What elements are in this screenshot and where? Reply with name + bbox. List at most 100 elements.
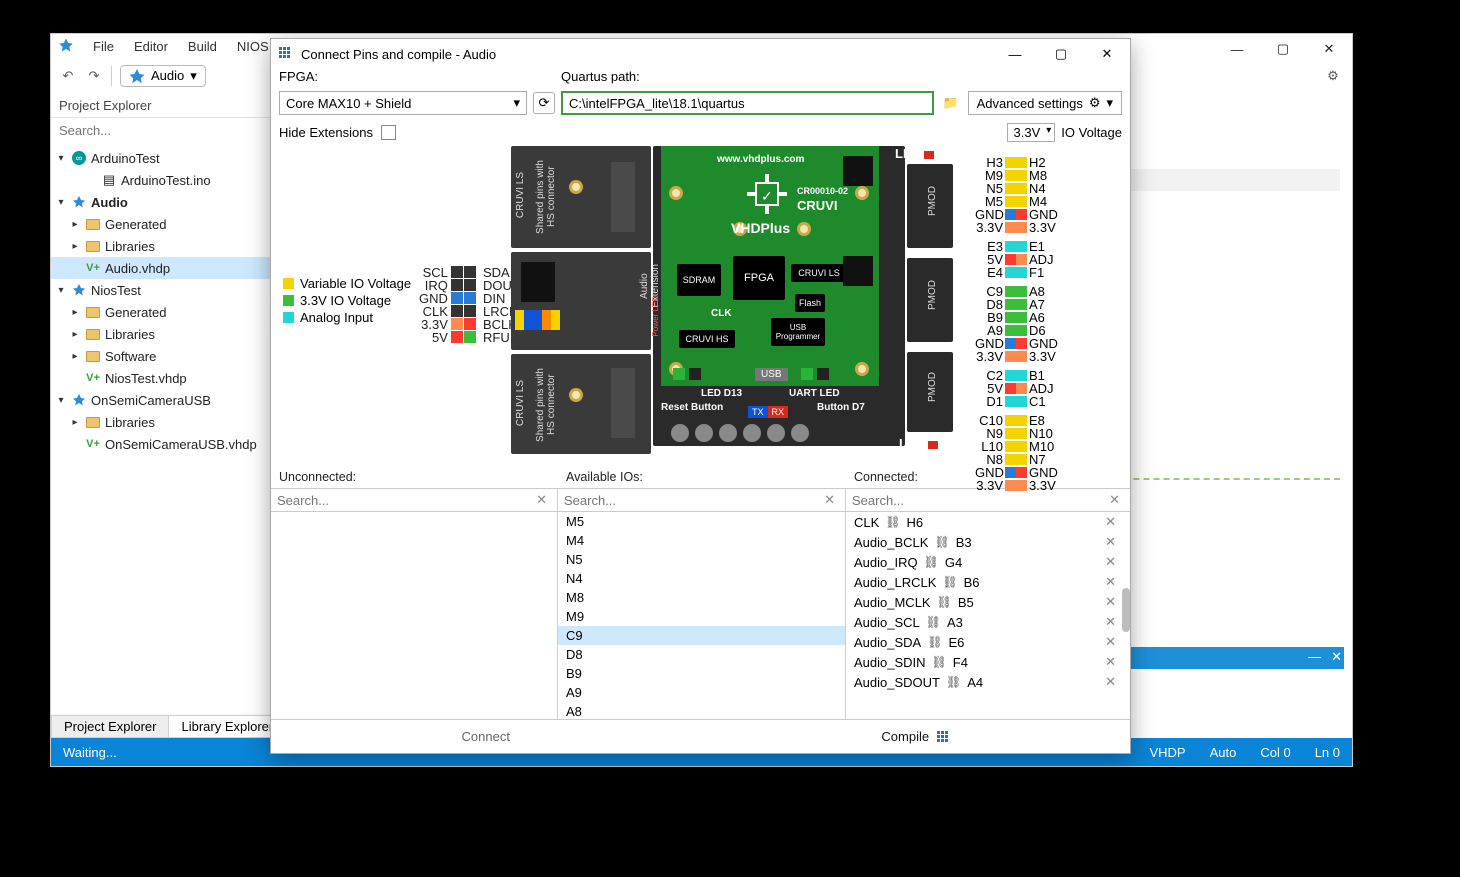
dialog-minimize-button[interactable]: — <box>992 39 1038 69</box>
connect-button[interactable]: Connect <box>271 720 701 753</box>
available-io-item[interactable]: M8 <box>558 588 845 607</box>
sidebar-search-input[interactable] <box>57 120 264 141</box>
pinmap-row: E4F1 <box>975 266 1058 279</box>
clear-icon[interactable]: ✕ <box>1105 492 1124 508</box>
unconnected-search-input[interactable] <box>277 493 532 508</box>
remove-connection-icon[interactable]: ✕ <box>1099 654 1122 670</box>
link-icon: ⛓ <box>937 595 952 609</box>
advanced-settings-button[interactable]: Advanced settings ⚙ ▾ <box>968 91 1122 115</box>
tree-item[interactable]: ▾Audio <box>51 191 270 213</box>
redo-icon[interactable]: ↷ <box>85 67 103 85</box>
undo-icon[interactable]: ↶ <box>59 67 77 85</box>
connected-item[interactable]: Audio_SDIN⛓F4✕ <box>846 652 1130 672</box>
clear-icon[interactable]: ✕ <box>820 492 839 508</box>
link-icon: ⛓ <box>924 555 939 569</box>
scrollbar-thumb[interactable] <box>1122 588 1130 632</box>
connected-item[interactable]: Audio_SDA⛓E6✕ <box>846 632 1130 652</box>
connected-item[interactable]: Audio_SDOUT⛓A4✕ <box>846 672 1130 692</box>
bottom-tab[interactable]: Project Explorer <box>51 715 169 738</box>
dialog-maximize-button[interactable]: ▢ <box>1038 39 1084 69</box>
tree-item[interactable]: ▾NiosTest <box>51 279 270 301</box>
available-search-input[interactable] <box>564 493 820 508</box>
quartus-path-input[interactable]: C:\intelFPGA_lite\18.1\quartus <box>561 91 934 115</box>
panel-minimize-icon[interactable]: — <box>1308 649 1321 665</box>
dialog-icon <box>279 47 293 61</box>
refresh-button[interactable]: ⟳ <box>533 92 555 114</box>
available-io-item[interactable]: A9 <box>558 683 845 702</box>
fpga-combo[interactable]: Core MAX10 + Shield ▾ <box>279 91 527 115</box>
tree-item[interactable]: V+Audio.vhdp <box>51 257 270 279</box>
remove-connection-icon[interactable]: ✕ <box>1099 514 1122 530</box>
available-io-item[interactable]: C9 <box>558 626 845 645</box>
available-ios-list: ✕ M5M4N5N4M8M9C9D8B9A9A8 <box>558 489 846 719</box>
available-io-item[interactable]: A8 <box>558 702 845 719</box>
clear-icon[interactable]: ✕ <box>532 492 551 508</box>
project-combo[interactable]: Audio ▾ <box>120 65 206 87</box>
tree-item[interactable]: V+OnSemiCameraUSB.vhdp <box>51 433 270 455</box>
link-icon: ⛓ <box>946 675 961 689</box>
dialog-footer: Connect Compile <box>271 719 1130 753</box>
tree-item[interactable]: ▾OnSemiCameraUSB <box>51 389 270 411</box>
available-io-item[interactable]: D8 <box>558 645 845 664</box>
quartus-label: Quartus path: <box>561 69 1122 91</box>
link-icon: ⛓ <box>934 535 949 549</box>
minimize-button[interactable]: — <box>1214 34 1260 64</box>
connected-item[interactable]: Audio_LRCLK⛓B6✕ <box>846 572 1130 592</box>
status-ln: Ln 0 <box>1315 745 1340 760</box>
available-header: Available IOs: <box>566 466 854 488</box>
tree-item-label: Software <box>105 349 156 364</box>
chevron-down-icon: ▾ <box>1106 95 1113 111</box>
remove-connection-icon[interactable]: ✕ <box>1099 634 1122 650</box>
menu-file[interactable]: File <box>83 37 124 56</box>
available-io-item[interactable]: M4 <box>558 531 845 550</box>
pinmap-row: 3.3V3.3V <box>975 479 1058 492</box>
browse-folder-button[interactable]: 📁 <box>940 92 962 114</box>
tree-item-label: Audio.vhdp <box>105 261 170 276</box>
tree-item[interactable]: ▸Libraries <box>51 323 270 345</box>
tree-item-label: Audio <box>91 195 128 210</box>
pinmap-row: 3.3V3.3V <box>975 221 1058 234</box>
tree-item[interactable]: ▸Libraries <box>51 411 270 433</box>
bottom-tab[interactable]: Library Explorer <box>168 715 286 738</box>
dialog-close-button[interactable]: ✕ <box>1084 39 1130 69</box>
connected-search-input[interactable] <box>852 493 1105 508</box>
tree-item[interactable]: V+NiosTest.vhdp <box>51 367 270 389</box>
dialog-title: Connect Pins and compile - Audio <box>301 47 496 62</box>
connected-item[interactable]: Audio_BCLK⛓B3✕ <box>846 532 1130 552</box>
remove-connection-icon[interactable]: ✕ <box>1099 534 1122 550</box>
project-tree: ▾∞ArduinoTest▤ArduinoTest.ino▾Audio▸Gene… <box>51 143 270 766</box>
compile-button[interactable]: Compile <box>701 720 1131 753</box>
maximize-button[interactable]: ▢ <box>1260 34 1306 64</box>
available-io-item[interactable]: N4 <box>558 569 845 588</box>
connected-item[interactable]: Audio_MCLK⛓B5✕ <box>846 592 1130 612</box>
tree-item[interactable]: ▤ArduinoTest.ino <box>51 169 270 191</box>
tree-item[interactable]: ▸Generated <box>51 213 270 235</box>
connected-item[interactable]: Audio_SCL⛓A3✕ <box>846 612 1130 632</box>
available-io-item[interactable]: M9 <box>558 607 845 626</box>
remove-connection-icon[interactable]: ✕ <box>1099 554 1122 570</box>
remove-connection-icon[interactable]: ✕ <box>1099 674 1122 690</box>
available-io-item[interactable]: M5 <box>558 512 845 531</box>
connected-item[interactable]: CLK⛓H6✕ <box>846 512 1130 532</box>
sidebar-title: Project Explorer <box>51 94 270 118</box>
tree-item[interactable]: ▸Libraries <box>51 235 270 257</box>
tree-item-label: NiosTest <box>91 283 141 298</box>
connected-item[interactable]: Audio_IRQ⛓G4✕ <box>846 552 1130 572</box>
available-io-item[interactable]: N5 <box>558 550 845 569</box>
available-io-item[interactable]: B9 <box>558 664 845 683</box>
remove-connection-icon[interactable]: ✕ <box>1099 594 1122 610</box>
io-voltage-select[interactable]: 3.3V <box>1007 123 1056 142</box>
close-button[interactable]: ✕ <box>1306 34 1352 64</box>
tree-item[interactable]: ▾∞ArduinoTest <box>51 147 270 169</box>
vhdp-icon <box>129 68 145 84</box>
remove-connection-icon[interactable]: ✕ <box>1099 614 1122 630</box>
hide-extensions-checkbox[interactable] <box>381 125 396 140</box>
menu-build[interactable]: Build <box>178 37 227 56</box>
remove-connection-icon[interactable]: ✕ <box>1099 574 1122 590</box>
settings-icon[interactable]: ⚙ <box>1326 67 1344 85</box>
tree-item[interactable]: ▸Generated <box>51 301 270 323</box>
tree-item[interactable]: ▸Software <box>51 345 270 367</box>
menu-editor[interactable]: Editor <box>124 37 178 56</box>
panel-close-icon[interactable]: ✕ <box>1331 649 1342 665</box>
chevron-down-icon: ▾ <box>190 68 197 84</box>
